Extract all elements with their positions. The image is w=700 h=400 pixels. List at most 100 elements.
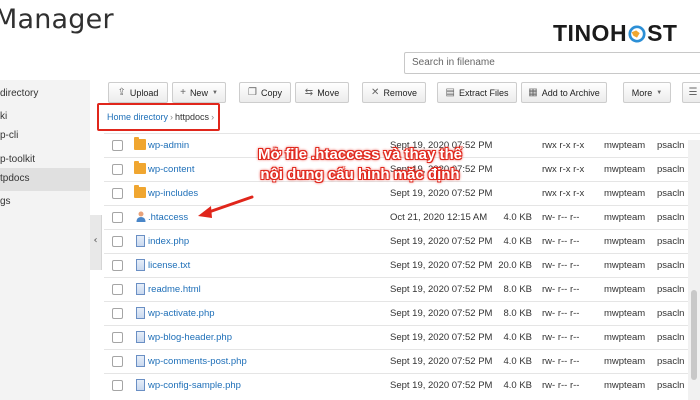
file-group: psacln (657, 260, 685, 271)
search-input[interactable]: Search in filename (404, 52, 700, 74)
file-name[interactable]: readme.html (148, 284, 201, 295)
php-file-icon (136, 235, 145, 247)
folder-icon (134, 185, 146, 198)
file-size: 8.0 KB (503, 284, 532, 295)
file-name[interactable]: license.txt (148, 260, 190, 271)
user-icon (136, 211, 146, 222)
table-row[interactable]: wp-config-sample.php Sept 19, 2020 07:52… (104, 373, 700, 397)
file-owner: mwpteam (604, 236, 646, 247)
chevron-down-icon: ▼ (656, 89, 663, 96)
file-size: 4.0 KB (503, 332, 532, 343)
table-row[interactable]: wp-blog-header.php Sept 19, 2020 07:52 P… (104, 325, 700, 349)
table-row[interactable]: index.php Sept 19, 2020 07:52 PM 4.0 KB … (104, 229, 700, 253)
row-checkbox[interactable] (112, 164, 123, 175)
table-row[interactable]: wp-activate.php Sept 19, 2020 07:52 PM 8… (104, 301, 700, 325)
file-permissions[interactable]: rw- r-- r-- (542, 356, 579, 367)
file-permissions[interactable]: rw- r-- r-- (542, 212, 579, 223)
file-permissions[interactable]: rw- r-- r-- (542, 332, 579, 343)
file-date: Oct 21, 2020 12:15 AM (390, 212, 488, 223)
upload-icon: ⇪ (117, 87, 126, 98)
remove-label: Remove (383, 87, 417, 98)
file-group: psacln (657, 164, 685, 175)
sidebar: directory ki p-cli p-toolkit tpdocs gs (0, 80, 90, 400)
file-permissions[interactable]: rwx r-x r-x (542, 140, 584, 151)
file-permissions[interactable]: rw- r-- r-- (542, 260, 579, 271)
file-name[interactable]: wp-activate.php (148, 308, 215, 319)
row-checkbox[interactable] (112, 188, 123, 199)
breadcrumb-current[interactable]: httpdocs (175, 112, 209, 122)
row-checkbox[interactable] (112, 284, 123, 295)
file-owner: mwpteam (604, 332, 646, 343)
scrollbar-thumb[interactable] (691, 290, 697, 380)
file-date: Sept 19, 2020 07:52 PM (390, 284, 493, 295)
vertical-scrollbar[interactable] (688, 140, 700, 400)
file-owner: mwpteam (604, 380, 646, 391)
php-file-icon (136, 355, 145, 367)
archive-label: Add to Archive (541, 87, 600, 98)
extract-label: Extract Files (458, 87, 509, 98)
file-group: psacln (657, 236, 685, 247)
file-name[interactable]: wp-blog-header.php (148, 332, 232, 343)
close-icon: ✕ (371, 87, 380, 98)
file-owner: mwpteam (604, 188, 646, 199)
file-date: Sept 19, 2020 07:52 PM (390, 308, 493, 319)
copy-button[interactable]: ❐ Copy (239, 82, 291, 103)
logo-text-2: H ST (610, 20, 678, 47)
file-name[interactable]: index.php (148, 236, 189, 247)
archive-icon: ▦ (528, 87, 538, 98)
file-name[interactable]: wp-content (148, 164, 194, 175)
file-name[interactable]: wp-comments-post.php (148, 356, 247, 367)
remove-button[interactable]: ✕ Remove (362, 82, 426, 103)
breadcrumb-home-link[interactable]: Home directory (107, 112, 168, 122)
file-permissions[interactable]: rw- r-- r-- (542, 380, 579, 391)
copy-label: Copy (260, 87, 282, 98)
more-label: More (631, 87, 653, 98)
table-row[interactable]: license.txt Sept 19, 2020 07:52 PM 20.0 … (104, 253, 700, 277)
file-group: psacln (657, 308, 685, 319)
logo-text-1: TINO (553, 20, 610, 46)
more-button[interactable]: More ▼ (623, 82, 671, 103)
folder-icon (134, 161, 146, 174)
row-checkbox[interactable] (112, 356, 123, 367)
table-row[interactable]: wp-comments-post.php Sept 19, 2020 07:52… (104, 349, 700, 373)
file-size: 4.0 KB (503, 236, 532, 247)
row-checkbox[interactable] (112, 212, 123, 223)
sidebar-item-logs-2[interactable]: gs (0, 191, 90, 214)
file-owner: mwpteam (604, 260, 646, 271)
file-permissions[interactable]: rw- r-- r-- (542, 284, 579, 295)
php-file-icon (136, 379, 145, 391)
file-date: Sept 19, 2020 07:52 PM (390, 356, 493, 367)
view-list-button[interactable]: ☰ (682, 82, 700, 103)
file-owner: mwpteam (604, 308, 646, 319)
sidebar-item-home-directory[interactable]: directory (0, 83, 90, 106)
file-name[interactable]: .htaccess (148, 212, 188, 223)
plus-icon: + (180, 87, 186, 98)
add-to-archive-button[interactable]: ▦ Add to Archive (521, 82, 607, 103)
row-checkbox[interactable] (112, 140, 123, 151)
file-name[interactable]: wp-config-sample.php (148, 380, 241, 391)
list-icon: ☰ (688, 87, 698, 98)
annotation-arrow-icon (198, 195, 254, 218)
breadcrumb-separator: › (170, 112, 174, 122)
file-permissions[interactable]: rw- r-- r-- (542, 308, 579, 319)
row-checkbox[interactable] (112, 380, 123, 391)
row-checkbox[interactable] (112, 332, 123, 343)
folder-icon (134, 137, 146, 150)
upload-button[interactable]: ⇪ Upload (108, 82, 168, 103)
sidebar-item-wp-cli[interactable]: p-cli (0, 125, 90, 148)
file-permissions[interactable]: rwx r-x r-x (542, 188, 584, 199)
row-checkbox[interactable] (112, 308, 123, 319)
file-date: Sept 19, 2020 07:52 PM (390, 260, 493, 271)
row-checkbox[interactable] (112, 260, 123, 271)
row-checkbox[interactable] (112, 236, 123, 247)
move-button[interactable]: ⇆ Move (295, 82, 349, 103)
file-name[interactable]: wp-admin (148, 140, 189, 151)
extract-files-button[interactable]: ▤ Extract Files (437, 82, 517, 103)
file-permissions[interactable]: rw- r-- r-- (542, 236, 579, 247)
new-button[interactable]: + New ▼ (172, 82, 226, 103)
file-permissions[interactable]: rwx r-x r-x (542, 164, 584, 175)
sidebar-collapse-toggle[interactable]: ‹ (90, 215, 102, 270)
sidebar-item-httpdocs[interactable]: tpdocs (0, 168, 90, 191)
file-group: psacln (657, 140, 685, 151)
table-row[interactable]: readme.html Sept 19, 2020 07:52 PM 8.0 K… (104, 277, 700, 301)
